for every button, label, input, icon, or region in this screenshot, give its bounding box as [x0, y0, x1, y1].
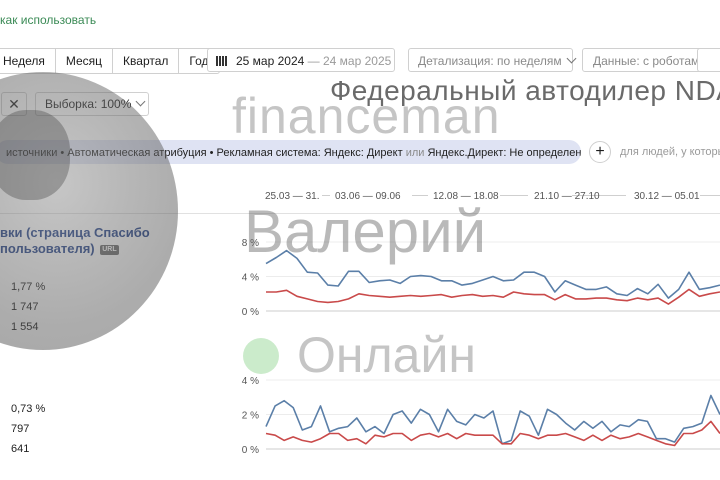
timeline-label: 21.10 — 27.10: [534, 191, 600, 202]
conversion-chart-2[interactable]: 4 % 2 % 0 %: [228, 372, 720, 458]
how-to-use-link[interactable]: как использовать: [0, 13, 96, 27]
timeline-divider: [500, 195, 528, 196]
y-tick-label: 0 %: [242, 307, 259, 318]
period-week-button[interactable]: Неделя: [0, 49, 56, 73]
period-selector: Неделя Месяц Квартал Год: [0, 48, 220, 74]
calendar-icon: [216, 56, 228, 66]
more-button[interactable]: [697, 48, 720, 72]
data-select-label: Данные: с роботами: [593, 54, 706, 68]
y-tick-label: 0 %: [242, 445, 259, 456]
period-month-button[interactable]: Месяц: [56, 49, 114, 73]
add-filter-button[interactable]: +: [589, 141, 611, 163]
timeline-divider: [700, 195, 720, 196]
y-tick-label: 2 %: [242, 411, 259, 422]
date-range-picker[interactable]: 25 мар 2024 — 24 мар 2025: [207, 48, 395, 72]
date-end: 24 мар 2025: [323, 54, 392, 68]
filter-hint: для людей, у которых: [620, 146, 720, 158]
watermark-site: financeman: [232, 88, 501, 144]
plus-icon: +: [595, 143, 605, 160]
chevron-down-icon: [135, 96, 146, 107]
date-start: 25 мар 2024: [236, 54, 305, 68]
series-line-red: [265, 420, 720, 447]
y-tick-label: 4 %: [242, 273, 259, 284]
goal2-conversion: 0,73 %: [11, 403, 46, 415]
watermark-name: Валерий: [244, 198, 487, 265]
timeline-divider: [412, 195, 428, 196]
y-tick-label: 4 %: [242, 376, 259, 387]
date-separator: —: [307, 54, 320, 68]
timeline-divider: [322, 195, 330, 196]
filter-or: или: [405, 147, 425, 159]
avatar-face: [0, 110, 70, 200]
series-line-red: [266, 288, 720, 305]
filter-text2: Яндекс.Директ: Не определено: [427, 147, 581, 159]
timeline-label: 30.12 — 05.01: [634, 191, 700, 202]
goal2-visitors: 641: [11, 443, 30, 455]
series-line-blue: [265, 394, 720, 445]
goal2-reaches: 797: [11, 423, 30, 435]
online-status-icon: [243, 338, 279, 374]
watermark-status: Онлайн: [297, 327, 477, 383]
chevron-down-icon: [566, 53, 577, 64]
period-quarter-button[interactable]: Квартал: [113, 49, 180, 73]
detail-select[interactable]: Детализация: по неделям: [408, 48, 577, 72]
data-select[interactable]: Данные: с роботами: [582, 48, 720, 72]
detail-select-label: Детализация: по неделям: [418, 54, 562, 68]
